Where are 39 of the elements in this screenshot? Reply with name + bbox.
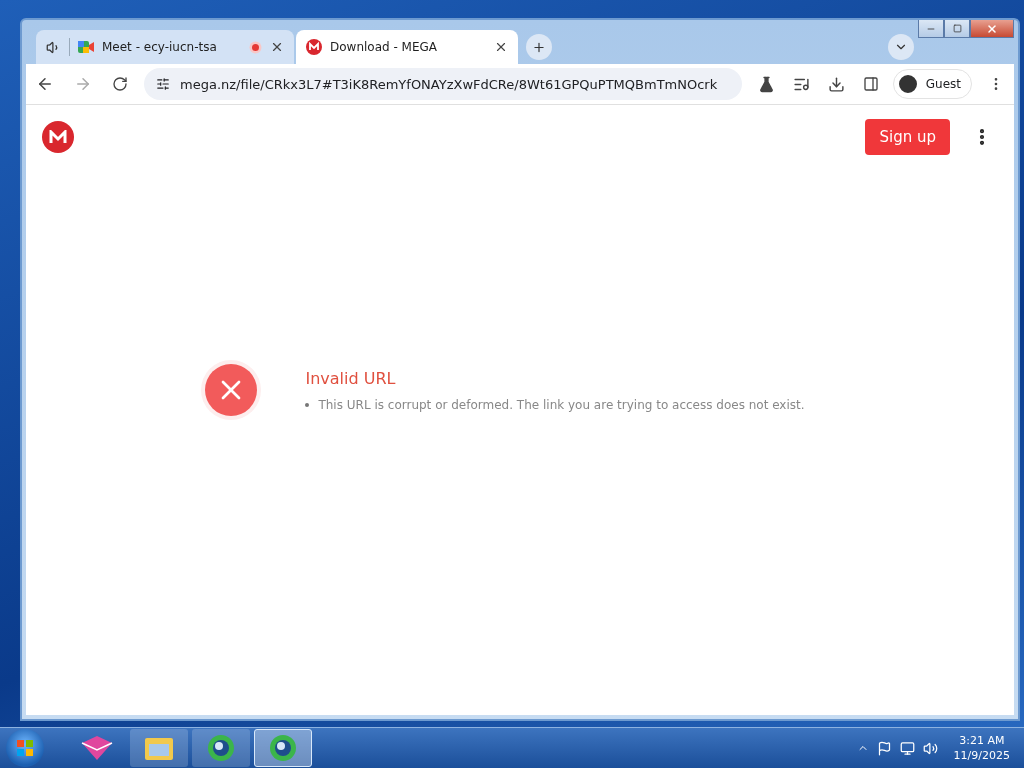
tab-title: Meet - ecy-iucn-tsa (102, 40, 218, 54)
close-icon (986, 22, 998, 35)
taskbar-button[interactable] (192, 729, 250, 767)
globe-icon (268, 733, 298, 763)
maximize-icon (952, 24, 962, 33)
error-title: Invalid URL (305, 368, 397, 388)
video-call-icon (78, 40, 94, 54)
address-bar[interactable]: mega.nz/file/CRkx3L7#T3iK8RemYfONAYzXwFdCRe/8Wt61GPQuPTMQBmTmNOcrk (144, 68, 742, 100)
sign-up-button[interactable]: Sign up (865, 119, 950, 155)
reload-icon[interactable] (112, 76, 128, 92)
taskbar-button[interactable] (130, 729, 188, 767)
browser-tab[interactable]: Meet - ecy-iucn-tsa (36, 30, 294, 64)
bullet (305, 402, 310, 407)
site-settings-icon[interactable] (156, 77, 170, 91)
error-message: This URL is corrupt or deformed. The link you are trying to access does not exist. (318, 397, 805, 412)
url-text: mega.nz/file/CRkx3L7#T3iK8RemYfONAYzXwFdCRe/8Wt61GPQuPTMQBmTmNOcrk (180, 76, 718, 92)
flag-icon[interactable] (876, 740, 892, 756)
logo-icon[interactable] (42, 121, 74, 153)
maximize-button[interactable] (944, 20, 970, 38)
globe-icon (206, 733, 236, 763)
profile-button[interactable]: Guest (892, 69, 972, 99)
error-icon (205, 364, 258, 416)
minimize-button[interactable] (918, 20, 944, 38)
start-button[interactable] (6, 729, 44, 767)
windows-logo-icon (16, 739, 34, 757)
download-icon[interactable] (827, 75, 845, 93)
close-button[interactable] (970, 20, 1014, 38)
close-icon[interactable] (270, 40, 284, 54)
clock[interactable]: 3:21 AM 11/9/2025 (953, 733, 1010, 763)
flask-icon[interactable] (757, 75, 775, 93)
side-panel-icon[interactable] (862, 76, 879, 92)
logo-icon (306, 39, 322, 55)
new-tab-button[interactable] (526, 34, 552, 60)
tab-title: Download - MEGA (330, 40, 439, 54)
volume-icon[interactable] (922, 740, 938, 756)
back-icon[interactable] (36, 75, 54, 93)
browser-tab[interactable]: Download - MEGA (296, 30, 518, 64)
close-icon[interactable] (494, 40, 508, 54)
taskbar-button[interactable] (254, 729, 312, 767)
